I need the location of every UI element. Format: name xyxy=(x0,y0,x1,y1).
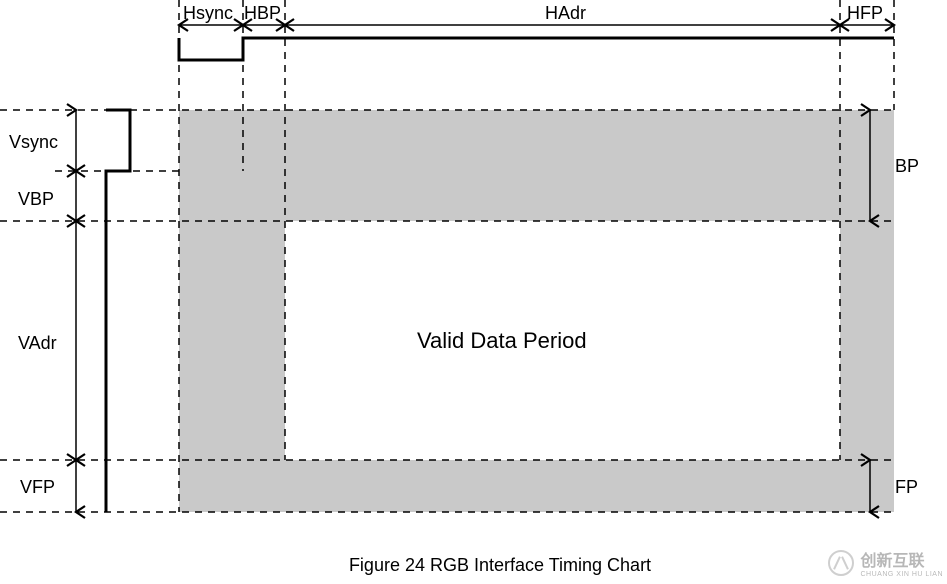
figure-caption: Figure 24 RGB Interface Timing Chart xyxy=(300,556,700,574)
hadr-label: HAdr xyxy=(545,4,586,22)
vadr-label: VAdr xyxy=(18,334,57,352)
vbp-label: VBP xyxy=(18,190,54,208)
valid-data-label: Valid Data Period xyxy=(417,330,587,352)
timing-diagram xyxy=(0,0,947,584)
hfp-label: HFP xyxy=(847,4,883,22)
vsync-label: Vsync xyxy=(9,133,58,151)
fp-label: FP xyxy=(895,478,918,496)
watermark-cn: 创新互联 xyxy=(860,547,943,571)
watermark: 创新互联 CHUANG XIN HU LIAN xyxy=(828,547,943,578)
watermark-en: CHUANG XIN HU LIAN xyxy=(860,571,943,578)
hsync-waveform xyxy=(179,38,894,60)
vsync-waveform xyxy=(106,110,130,512)
bp-label: BP xyxy=(895,157,919,175)
hsync-label: Hsync xyxy=(183,4,233,22)
hbp-label: HBP xyxy=(244,4,281,22)
logo-icon xyxy=(828,550,854,576)
vfp-label: VFP xyxy=(20,478,55,496)
